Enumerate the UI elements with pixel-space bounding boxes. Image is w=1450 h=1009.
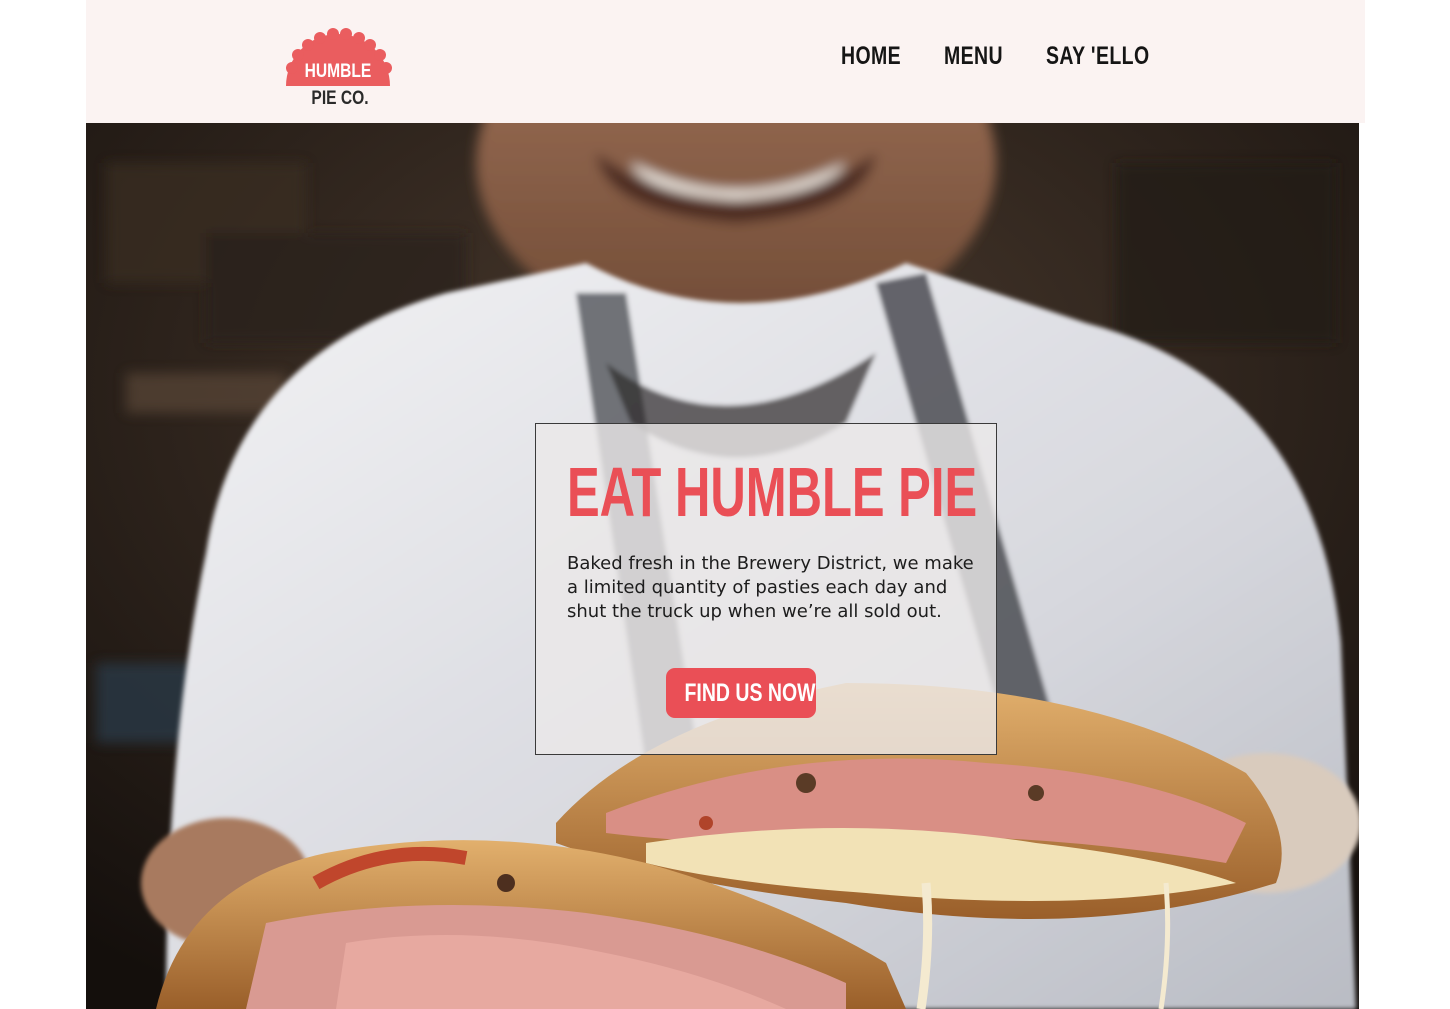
hero-title: EAT HUMBLE PIE — [567, 453, 978, 531]
find-us-now-button[interactable]: FIND US NOW — [666, 668, 816, 718]
page: HUMBLE PIE CO. HOME MENU SAY 'ELLO EAT H… — [0, 0, 1450, 1009]
nav-menu[interactable]: MENU — [944, 42, 1003, 71]
hero-description: Baked fresh in the Brewery District, we … — [567, 553, 974, 622]
hero-section: EAT HUMBLE PIE Baked fresh in the Brewer… — [86, 123, 1359, 1009]
nav-home[interactable]: HOME — [841, 42, 901, 71]
site-header: HUMBLE PIE CO. HOME MENU SAY 'ELLO — [86, 0, 1365, 123]
find-us-now-label: FIND US NOW — [684, 678, 816, 707]
logo-text-top: HUMBLE — [304, 61, 372, 82]
nav-say-ello[interactable]: SAY 'ELLO — [1046, 42, 1150, 71]
logo-text-bottom: PIE CO. — [311, 88, 369, 109]
hero-card: EAT HUMBLE PIE Baked fresh in the Brewer… — [535, 423, 997, 755]
brand-logo[interactable]: HUMBLE PIE CO. — [284, 28, 394, 114]
